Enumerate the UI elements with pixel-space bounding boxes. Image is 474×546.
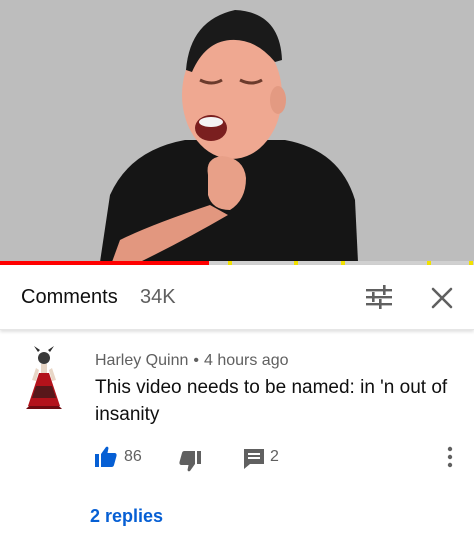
video-player[interactable] (0, 0, 474, 262)
comments-title: Comments (21, 286, 118, 308)
thumbs-down-icon[interactable] (178, 449, 202, 473)
more-vert-icon[interactable] (440, 444, 460, 470)
comment-text: This video needs to be named: in 'n out … (95, 377, 448, 425)
reply-icon[interactable] (242, 447, 266, 471)
view-replies-link[interactable]: 2 replies (90, 506, 163, 527)
avatar[interactable] (20, 346, 68, 410)
comment-time: 4 hours ago (203, 352, 289, 369)
comments-header: Comments 34K (0, 265, 474, 330)
reply-count: 2 (270, 448, 279, 465)
thumbs-up-icon[interactable] (94, 445, 118, 469)
comment-author[interactable]: Harley Quinn (95, 352, 188, 369)
close-icon[interactable] (428, 284, 456, 312)
comment-meta: Harley Quinn • 4 hours ago (95, 352, 289, 370)
like-count: 86 (124, 448, 142, 465)
meta-separator: • (193, 352, 199, 369)
sort-icon[interactable] (364, 283, 394, 311)
comments-count: 34K (140, 286, 176, 308)
video-frame (0, 0, 474, 262)
